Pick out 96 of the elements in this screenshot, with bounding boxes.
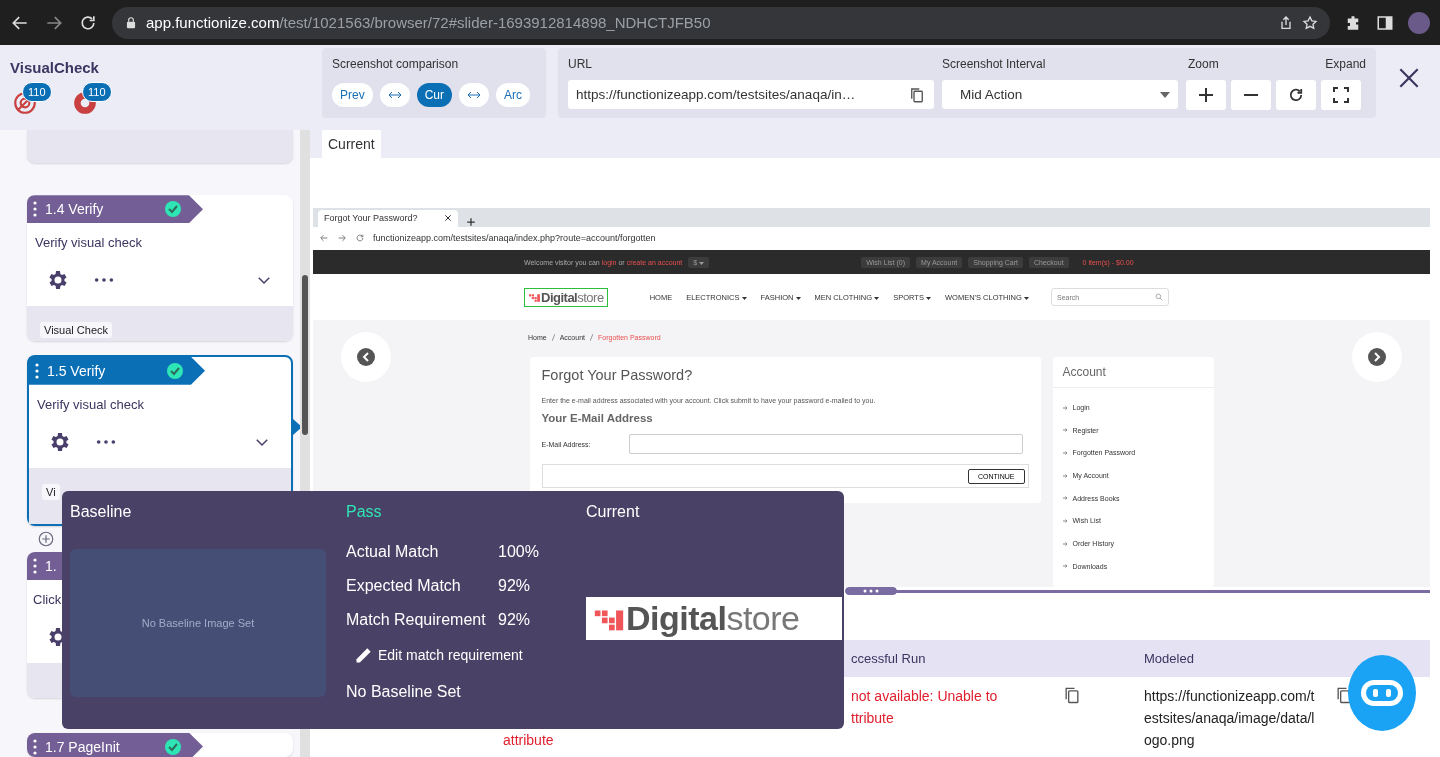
lock-icon bbox=[124, 15, 138, 30]
step-title: 1.7 PageInit bbox=[45, 738, 121, 755]
table-cell: not available: Unable to ttribute bbox=[851, 688, 998, 726]
logo-text: Digitalstore bbox=[541, 289, 604, 305]
new-tab-icon[interactable] bbox=[466, 217, 476, 227]
arrow-icon bbox=[1062, 450, 1068, 455]
search-icon bbox=[1154, 293, 1163, 302]
profile-avatar[interactable] bbox=[1408, 11, 1430, 34]
step-description: Click bbox=[33, 591, 62, 607]
minus-icon bbox=[1244, 94, 1258, 96]
drag-handle-icon bbox=[33, 201, 37, 218]
plus-icon bbox=[1198, 87, 1214, 103]
address-text[interactable]: functionizeapp.com/testsites/anaqa/index.php?route=account/forgotten bbox=[373, 233, 656, 244]
separator-icon bbox=[551, 334, 555, 341]
step-description: Verify visual check bbox=[35, 235, 142, 251]
caret-icon bbox=[699, 261, 705, 265]
zoom-label: Zoom bbox=[1188, 57, 1219, 71]
metric-value: 92% bbox=[498, 577, 531, 595]
close-icon[interactable] bbox=[444, 214, 452, 223]
baseline-note: No Baseline Set bbox=[346, 683, 462, 701]
metric-label: Match Requirement bbox=[346, 611, 487, 629]
step-description: Verify visual check bbox=[37, 396, 144, 412]
compare-button[interactable]: Cur bbox=[416, 83, 453, 107]
step-tag: Visual Check bbox=[40, 322, 112, 339]
separator-icon bbox=[590, 334, 593, 341]
arrow-icon bbox=[1062, 428, 1068, 433]
table-cell: attribute bbox=[503, 732, 554, 748]
url-field[interactable]: https://functionizeapp.com/testsites/anaqa/in… bbox=[568, 80, 934, 109]
metric-value: 100% bbox=[498, 543, 539, 561]
previous-button[interactable] bbox=[341, 332, 391, 382]
metric-label: Actual Match bbox=[346, 543, 440, 561]
swap-arrows-icon bbox=[467, 91, 482, 99]
account-title: Account bbox=[1052, 357, 1214, 388]
url-path: /test/1021563/browser/72#slider-1693912814898_NDHCTJFB50 bbox=[279, 14, 711, 31]
selection-pointer-icon bbox=[293, 418, 302, 435]
drag-handle-icon bbox=[33, 738, 37, 755]
chevron-right-icon bbox=[1368, 348, 1386, 366]
panel-label: Screenshot comparison bbox=[332, 57, 459, 71]
zoom-out-button[interactable] bbox=[1231, 80, 1271, 110]
step-title: 1.4 Verify bbox=[45, 201, 105, 218]
expand-button[interactable] bbox=[1321, 80, 1361, 110]
edit-link[interactable]: Edit match requirement bbox=[354, 645, 586, 665]
section-title: Your E-Mail Address bbox=[541, 412, 654, 424]
arrow-icon bbox=[1062, 405, 1068, 410]
step-title: 1.5 Verify bbox=[47, 362, 107, 379]
count-badge: 110 bbox=[22, 82, 52, 102]
view-tab[interactable]: Current bbox=[322, 130, 381, 158]
browser-tab[interactable]: Forgot Your Password? bbox=[318, 210, 458, 227]
star-icon[interactable] bbox=[1302, 14, 1318, 31]
address-bar[interactable]: app.functionize.com/test/1021563/browser/72#slider-1693912814898_NDHCTJFB50 bbox=[112, 6, 1330, 39]
form-title: Forgot Your Password? bbox=[541, 367, 694, 383]
caret-icon bbox=[1160, 91, 1170, 98]
column-header: ccessful Run bbox=[851, 651, 927, 666]
app-title: VisualCheck bbox=[10, 59, 100, 76]
url-host: app.functionize.com bbox=[146, 14, 280, 31]
pencil-icon bbox=[354, 645, 374, 665]
step-tag: Vi bbox=[42, 483, 60, 500]
arrow-icon bbox=[1062, 518, 1068, 523]
chevron-left-icon bbox=[357, 348, 375, 366]
refresh-icon bbox=[1287, 86, 1305, 104]
table-cell-text: https://functionizeapp.com/testsites/anaqa/image/data/logo.png bbox=[1144, 687, 1316, 750]
placeholder-text: No Baseline Image Set bbox=[141, 617, 255, 629]
step-card[interactable]: 1.7 PageInit bbox=[27, 732, 293, 757]
expand-icon bbox=[1333, 87, 1349, 103]
compare-button[interactable]: Arc bbox=[496, 83, 531, 107]
metric-value: 92% bbox=[498, 611, 531, 629]
column-header: Modeled bbox=[1144, 651, 1195, 666]
drag-handle-icon bbox=[33, 557, 37, 574]
step-title: 1. bbox=[45, 557, 58, 574]
step-card[interactable]: 1.4 Verify Verify visual check Visual Check bbox=[27, 195, 293, 341]
baseline-title: Baseline bbox=[70, 503, 132, 520]
count-badge: 110 bbox=[82, 82, 112, 102]
reset-button[interactable] bbox=[1276, 80, 1316, 110]
copy-icon[interactable] bbox=[908, 85, 926, 104]
field-label: Screenshot Interval bbox=[942, 57, 1047, 71]
interval-dropdown[interactable]: Mid Action bbox=[942, 80, 1178, 109]
arrow-icon bbox=[1062, 541, 1068, 546]
side-panel-icon[interactable] bbox=[1376, 13, 1394, 32]
compare-button[interactable]: Prev bbox=[332, 83, 373, 107]
email-field[interactable] bbox=[628, 434, 1023, 454]
logo-text: Digitalstore bbox=[626, 599, 800, 638]
arrow-icon bbox=[1062, 473, 1068, 478]
expand-label: Expand bbox=[1325, 57, 1366, 71]
arrow-icon bbox=[1062, 496, 1068, 501]
swap-arrows-icon bbox=[387, 91, 402, 99]
arrow-icon bbox=[1062, 564, 1068, 569]
share-icon[interactable] bbox=[1278, 14, 1294, 31]
resize-handle[interactable] bbox=[845, 587, 897, 595]
current-title: Current bbox=[586, 503, 640, 520]
metric-label: Expected Match bbox=[346, 577, 462, 595]
add-step-icon[interactable] bbox=[37, 529, 55, 548]
zoom-in-button[interactable] bbox=[1186, 80, 1226, 110]
drag-handle-icon bbox=[35, 362, 39, 379]
status-text: Pass bbox=[346, 503, 382, 520]
field-label: URL bbox=[568, 57, 593, 71]
next-button[interactable] bbox=[1352, 332, 1402, 382]
